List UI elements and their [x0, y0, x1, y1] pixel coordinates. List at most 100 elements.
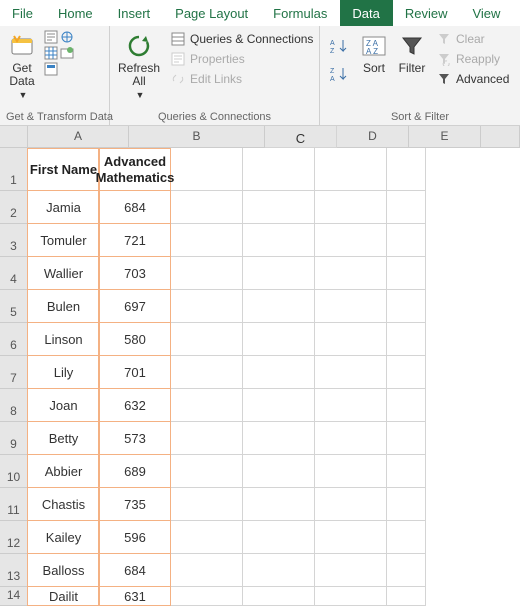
- cell[interactable]: 721: [99, 224, 171, 257]
- cell[interactable]: [171, 554, 243, 587]
- cell[interactable]: [171, 148, 243, 191]
- cell[interactable]: [243, 148, 315, 191]
- filter-button[interactable]: Filter: [396, 30, 428, 77]
- table-row[interactable]: 7Lily701: [0, 356, 520, 389]
- cell[interactable]: [387, 455, 426, 488]
- cell[interactable]: [315, 422, 387, 455]
- from-web-icon[interactable]: [60, 30, 74, 44]
- cell[interactable]: 596: [99, 521, 171, 554]
- cell[interactable]: Linson: [27, 323, 99, 356]
- spreadsheet-grid[interactable]: A B C D E 1First NameAdvanced Mathematic…: [0, 126, 520, 606]
- cell[interactable]: 573: [99, 422, 171, 455]
- sort-asc-button[interactable]: AZ ZA: [326, 30, 352, 90]
- cell[interactable]: [387, 323, 426, 356]
- row-header[interactable]: 1: [0, 148, 28, 191]
- cell[interactable]: 632: [99, 389, 171, 422]
- cell[interactable]: [387, 148, 426, 191]
- cell[interactable]: [243, 257, 315, 290]
- cell[interactable]: [171, 521, 243, 554]
- cell[interactable]: [315, 323, 387, 356]
- cell[interactable]: 631: [99, 587, 171, 606]
- cell[interactable]: [387, 587, 426, 606]
- cell[interactable]: Jamia: [27, 191, 99, 224]
- table-row[interactable]: 4Wallier703: [0, 257, 520, 290]
- table-row[interactable]: 9Betty573: [0, 422, 520, 455]
- cell[interactable]: [171, 224, 243, 257]
- cell[interactable]: [387, 389, 426, 422]
- tab-insert[interactable]: Insert: [106, 0, 164, 26]
- cell[interactable]: [315, 455, 387, 488]
- cell[interactable]: [243, 323, 315, 356]
- table-row[interactable]: 6Linson580: [0, 323, 520, 356]
- cell[interactable]: [387, 290, 426, 323]
- row-header[interactable]: 13: [0, 554, 28, 587]
- row-header[interactable]: 12: [0, 521, 28, 554]
- col-header-f[interactable]: [481, 126, 520, 148]
- cell[interactable]: 701: [99, 356, 171, 389]
- table-row[interactable]: 8Joan632: [0, 389, 520, 422]
- cell[interactable]: [315, 290, 387, 323]
- table-row[interactable]: 13Balloss684: [0, 554, 520, 587]
- tab-home[interactable]: Home: [46, 0, 106, 26]
- cell[interactable]: [315, 587, 387, 606]
- cell[interactable]: [243, 455, 315, 488]
- tab-file[interactable]: File: [0, 0, 46, 26]
- cell[interactable]: [315, 554, 387, 587]
- cell[interactable]: Chastis: [27, 488, 99, 521]
- cell[interactable]: Tomuler: [27, 224, 99, 257]
- queries-connections-button[interactable]: Queries & Connections: [168, 30, 315, 48]
- cell[interactable]: [171, 191, 243, 224]
- cell[interactable]: 689: [99, 455, 171, 488]
- existing-connections-icon[interactable]: [44, 62, 58, 76]
- cell[interactable]: [171, 257, 243, 290]
- cell[interactable]: Advanced Mathematics: [99, 148, 171, 191]
- col-header-c[interactable]: C: [265, 126, 337, 148]
- cell[interactable]: [387, 191, 426, 224]
- select-all-corner[interactable]: [0, 126, 28, 148]
- cell[interactable]: [315, 488, 387, 521]
- row-header[interactable]: 7: [0, 356, 28, 389]
- cell[interactable]: [243, 521, 315, 554]
- col-header-e[interactable]: E: [409, 126, 481, 148]
- tab-page-layout[interactable]: Page Layout: [163, 0, 261, 26]
- cell[interactable]: 697: [99, 290, 171, 323]
- get-data-button[interactable]: Get Data ▼: [6, 30, 38, 102]
- row-header[interactable]: 4: [0, 257, 28, 290]
- cell[interactable]: [243, 587, 315, 606]
- col-header-d[interactable]: D: [337, 126, 409, 148]
- cell[interactable]: [243, 356, 315, 389]
- table-row[interactable]: 11Chastis735: [0, 488, 520, 521]
- cell[interactable]: [315, 521, 387, 554]
- cell[interactable]: [171, 488, 243, 521]
- cell[interactable]: [387, 422, 426, 455]
- row-header[interactable]: 5: [0, 290, 28, 323]
- cell[interactable]: [171, 389, 243, 422]
- cell[interactable]: [171, 422, 243, 455]
- tab-formulas[interactable]: Formulas: [261, 0, 340, 26]
- cell[interactable]: 684: [99, 554, 171, 587]
- cell[interactable]: Lily: [27, 356, 99, 389]
- row-header[interactable]: 8: [0, 389, 28, 422]
- tab-review[interactable]: Review: [393, 0, 461, 26]
- cell[interactable]: Abbier: [27, 455, 99, 488]
- tab-view[interactable]: View: [460, 0, 513, 26]
- cell[interactable]: [243, 554, 315, 587]
- tab-data[interactable]: Data: [340, 0, 392, 26]
- cell[interactable]: [387, 488, 426, 521]
- cell[interactable]: [315, 191, 387, 224]
- cell[interactable]: [243, 191, 315, 224]
- cell[interactable]: [315, 389, 387, 422]
- cell[interactable]: Joan: [27, 389, 99, 422]
- cell[interactable]: Wallier: [27, 257, 99, 290]
- cell[interactable]: Bulen: [27, 290, 99, 323]
- table-row[interactable]: 1First NameAdvanced Mathematics: [0, 148, 520, 191]
- cell[interactable]: [171, 290, 243, 323]
- cell[interactable]: [243, 290, 315, 323]
- table-row[interactable]: 5Bulen697: [0, 290, 520, 323]
- cell[interactable]: [315, 257, 387, 290]
- table-row[interactable]: 10Abbier689: [0, 455, 520, 488]
- row-header[interactable]: 10: [0, 455, 28, 488]
- cell[interactable]: Kailey: [27, 521, 99, 554]
- col-header-a[interactable]: A: [28, 126, 129, 148]
- cell[interactable]: Dailit: [27, 587, 99, 606]
